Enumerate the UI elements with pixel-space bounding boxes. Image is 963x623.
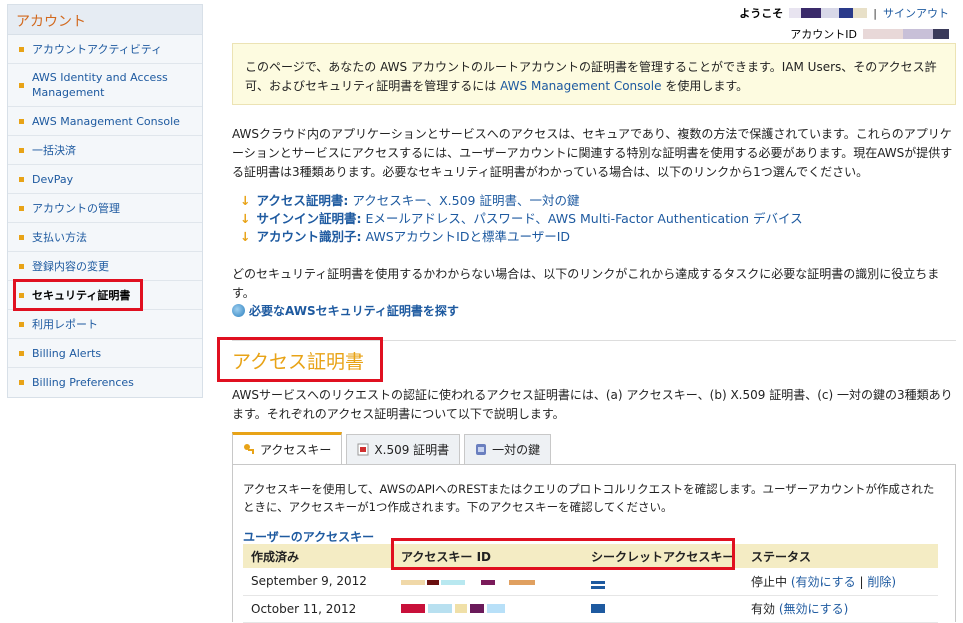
status-text: 停止中 <box>751 574 788 589</box>
separator: | <box>873 6 877 20</box>
sidebar-item-usage-report[interactable]: 利用レポート <box>8 310 202 339</box>
sidebar-item-label: DevPay <box>32 172 74 186</box>
welcome-label: ようこそ <box>739 7 784 20</box>
help-text: どのセキュリティ証明書を使用するかわからない場合は、以下のリンクがこれから達成す… <box>232 267 940 300</box>
user-access-keys-heading: ユーザーのアクセスキー <box>243 530 375 544</box>
access-description: AWSサービスへのリクエストの認証に使われるアクセス証明書には、(a) アクセス… <box>232 388 953 421</box>
separator: | <box>859 574 864 589</box>
bullet-icon <box>19 82 24 88</box>
highlight-box-sidebar <box>13 279 143 311</box>
credential-types-list: ↓ アクセス証明書: アクセスキー、X.509 証明書、一対の鍵 ↓ サインイン証明書… <box>240 192 803 246</box>
down-arrow-icon: ↓ <box>240 229 251 244</box>
sidebar-item-label: AWS Management Console <box>32 114 180 128</box>
down-arrow-icon: ↓ <box>240 193 251 208</box>
down-arrow-icon: ↓ <box>240 211 251 226</box>
sidebar-item-label: Billing Alerts <box>32 346 102 360</box>
sidebar-item-label: 支払い方法 <box>32 230 87 244</box>
tab-x509[interactable]: X.509 証明書 <box>346 434 461 464</box>
bullet-icon <box>19 176 24 182</box>
info-text-end: を使用します。 <box>665 79 749 93</box>
find-credentials-link[interactable]: 必要なAWSセキュリティ証明書を探す <box>232 302 459 319</box>
redacted-username <box>789 8 868 18</box>
table-row: October 11, 2012 有効 (無効にする) <box>243 595 938 623</box>
bullet-icon <box>19 234 24 240</box>
cred-type-signin[interactable]: ↓ サインイン証明書: Eメールアドレス、パスワード、AWS Multi-Facto… <box>240 210 803 228</box>
redacted-secret-key <box>583 568 743 596</box>
sidebar-item-label: 登録内容の変更 <box>32 259 109 273</box>
sidebar-item-management-console[interactable]: AWS Management Console <box>8 107 202 136</box>
sidebar-item-label: アカウントアクティビティ <box>32 42 163 56</box>
bullet-icon <box>19 350 24 356</box>
globe-icon <box>232 304 245 317</box>
sidebar-item-label: 利用レポート <box>32 317 98 331</box>
col-created: 作成済み <box>243 544 393 568</box>
sidebar: アカウント アカウントアクティビティ AWS Identity and Acce… <box>7 4 203 398</box>
sidebar-item-label: Billing Preferences <box>32 376 134 389</box>
info-box: このページで、あなたの AWS アカウントのルートアカウントの証明書を管理するこ… <box>232 43 956 105</box>
signout-link[interactable]: サインアウト <box>883 5 949 21</box>
sidebar-item-iam[interactable]: AWS Identity and Access Management <box>8 64 202 107</box>
col-status: ステータス <box>743 544 938 568</box>
created-date: September 9, 2012 <box>243 568 393 596</box>
redacted-access-key-id <box>393 595 583 623</box>
sidebar-title: アカウント <box>8 5 202 35</box>
cred-type-account-id[interactable]: ↓ アカウント識別子: AWSアカウントIDと標準ユーザーID <box>240 228 803 246</box>
key-pair-icon <box>476 444 487 455</box>
bullet-icon <box>19 46 24 52</box>
sidebar-item-label: アカウントの管理 <box>32 201 120 215</box>
status-text: 有効 <box>751 602 776 616</box>
status-cell: 停止中 (有効にする | 削除) <box>743 568 938 596</box>
bullet-icon <box>19 205 24 211</box>
enable-link[interactable]: (有効にする <box>791 575 856 589</box>
account-id-label: アカウントID <box>790 28 857 41</box>
sidebar-item-account-activity[interactable]: アカウントアクティビティ <box>8 35 202 64</box>
sidebar-item-billing-preferences[interactable]: Billing Preferences <box>8 368 202 397</box>
user-header: ようこそ | サインアウト アカウントID <box>739 6 949 42</box>
bullet-icon <box>19 263 24 269</box>
bullet-icon <box>19 147 24 153</box>
sidebar-item-account-management[interactable]: アカウントの管理 <box>8 194 202 223</box>
sidebar-item-billing-alerts[interactable]: Billing Alerts <box>8 339 202 368</box>
sidebar-item-payment-method[interactable]: 支払い方法 <box>8 223 202 252</box>
sidebar-item-devpay[interactable]: DevPay <box>8 165 202 194</box>
sidebar-item-consolidated-billing[interactable]: 一括決済 <box>8 136 202 165</box>
highlight-box-title <box>217 337 383 382</box>
disable-link[interactable]: (無効にする) <box>779 602 848 616</box>
cred-type-access[interactable]: ↓ アクセス証明書: アクセスキー、X.509 証明書、一対の鍵 <box>240 192 803 210</box>
redacted-access-key-id <box>393 568 583 596</box>
status-cell: 有効 (無効にする) <box>743 595 938 623</box>
delete-link[interactable]: 削除) <box>867 575 896 589</box>
bullet-icon <box>19 321 24 327</box>
redacted-secret-key <box>583 595 743 623</box>
tab-key-pairs[interactable]: 一対の鍵 <box>464 434 552 464</box>
intro-paragraph: AWSクラウド内のアプリケーションとサービスへのアクセスは、セキュアであり、複数… <box>232 127 953 179</box>
bullet-icon <box>19 380 24 385</box>
created-date: October 11, 2012 <box>243 595 393 623</box>
highlight-box-keys <box>391 538 735 570</box>
sidebar-item-change-registration[interactable]: 登録内容の変更 <box>8 252 202 281</box>
access-keys-description: アクセスキーを使用して、AWSのAPIへのRESTまたはクエリのプロトコルリクエ… <box>243 482 935 514</box>
management-console-link[interactable]: AWS Management Console <box>500 79 661 93</box>
key-icon <box>244 444 254 454</box>
tab-access-keys[interactable]: アクセスキー <box>232 432 343 464</box>
redacted-account-id <box>863 29 949 39</box>
sidebar-item-label: 一括決済 <box>32 143 76 157</box>
certificate-icon <box>357 443 369 456</box>
bullet-icon <box>19 118 24 124</box>
sidebar-item-label: AWS Identity and Access Management <box>32 71 168 99</box>
tab-bar: アクセスキー X.509 証明書 一対の鍵 <box>232 432 552 464</box>
table-row: September 9, 2012 停止中 (有効にする | 削除) <box>243 568 938 596</box>
